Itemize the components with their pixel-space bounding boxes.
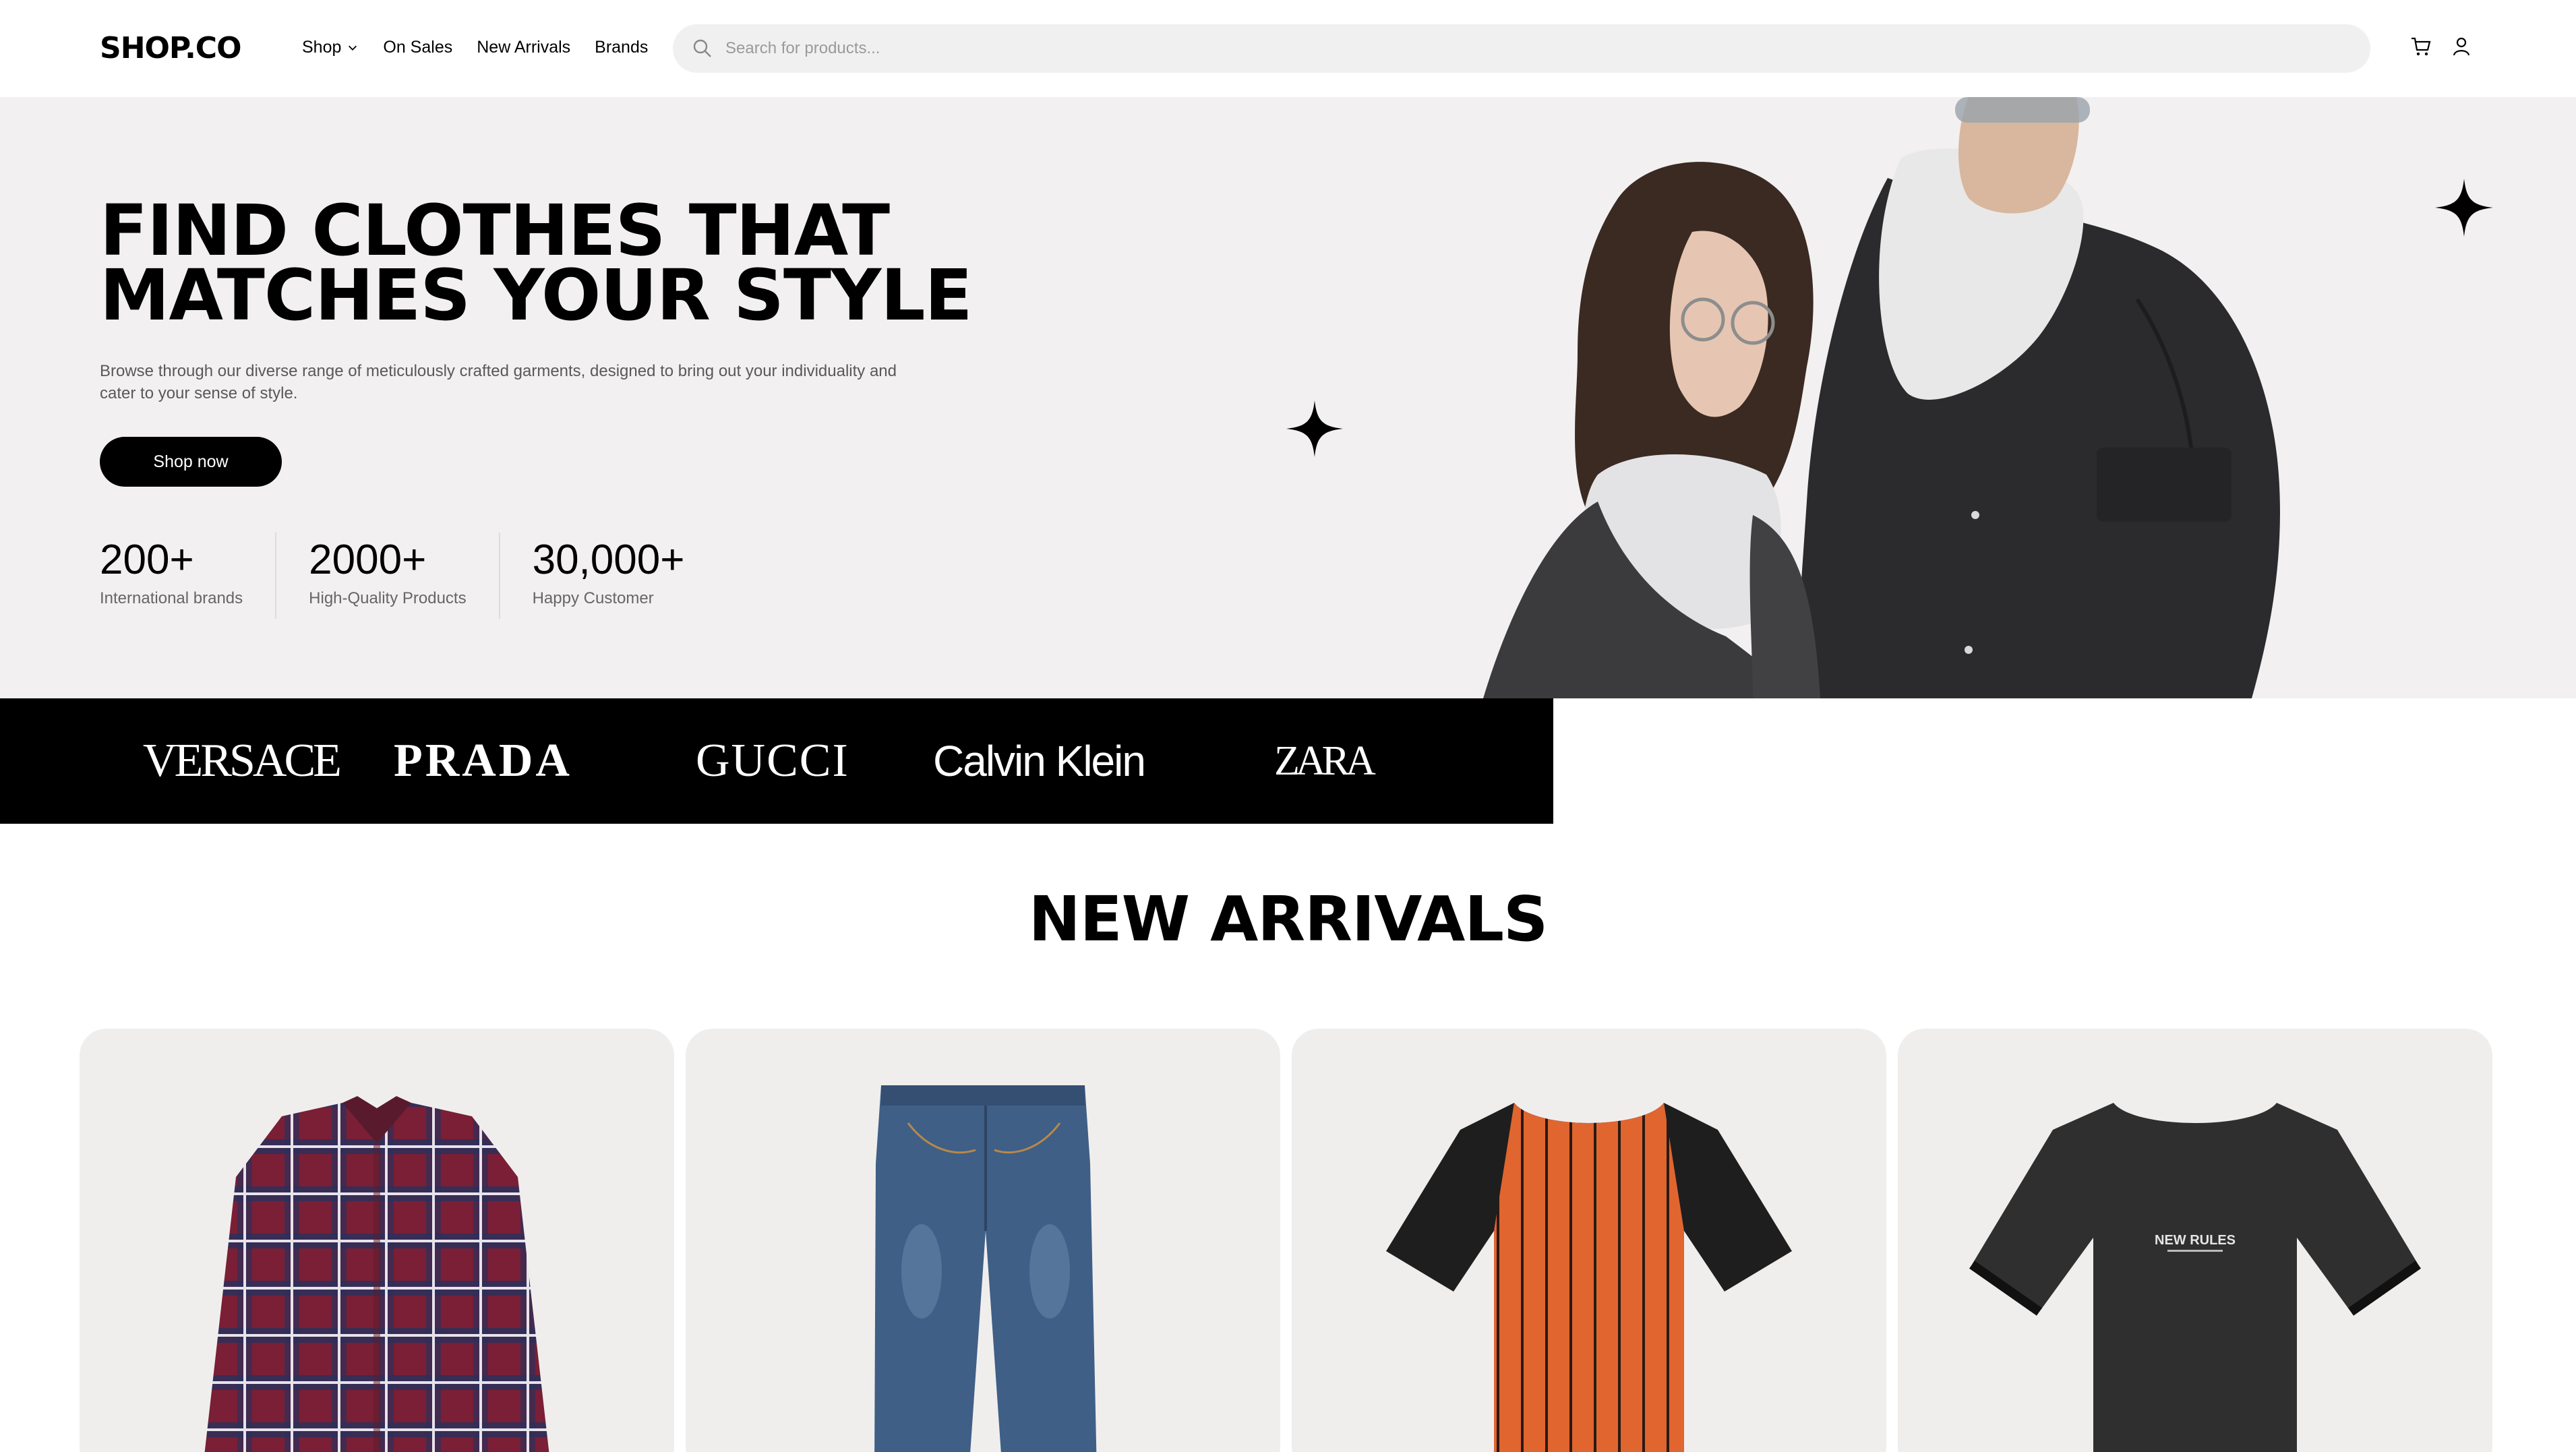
product-card[interactable]: NEW RULES <box>1898 1029 2492 1452</box>
sparkle-icon <box>1286 400 1343 457</box>
hero-models-image <box>1483 97 2280 698</box>
top-nav: SHOP.CO Shop On Sales New Arrivals Brand… <box>0 0 2576 97</box>
stat-value: 200+ <box>100 537 194 583</box>
search-bar[interactable] <box>673 24 2370 73</box>
brands-strip: VERSACE PRADA GUCCI Calvin Klein ZARA <box>0 698 1553 824</box>
stat-products: 2000+ High-Quality Products <box>309 533 500 619</box>
stat-label: High-Quality Products <box>309 589 467 607</box>
search-input[interactable] <box>725 39 2343 58</box>
main-menu: Shop On Sales New Arrivals Brands <box>302 38 648 57</box>
plaid-shirt-image <box>204 1096 549 1452</box>
user-icon[interactable] <box>2450 35 2473 58</box>
nav-brands[interactable]: Brands <box>595 38 648 57</box>
nav-shop-label: Shop <box>302 38 342 57</box>
new-arrivals-title: NEW ARRIVALS <box>1028 883 1549 955</box>
stat-brands: 200+ International brands <box>100 533 277 619</box>
nav-new-arrivals[interactable]: New Arrivals <box>477 38 570 57</box>
product-card[interactable] <box>80 1029 674 1452</box>
stat-label: International brands <box>100 589 243 607</box>
hero-title: FIND CLOTHES THAT MATCHES YOUR STYLE <box>100 195 1044 330</box>
striped-tshirt-image <box>1386 1103 1792 1452</box>
brand-gucci[interactable]: GUCCI <box>696 737 849 785</box>
cart-icon[interactable] <box>2409 35 2432 58</box>
brand-zara[interactable]: ZARA <box>1274 737 1376 785</box>
chevron-down-icon <box>349 45 357 51</box>
shop-now-button[interactable]: Shop now <box>100 437 282 487</box>
search-icon <box>693 39 711 57</box>
hero-stats: 200+ International brands 2000+ High-Qua… <box>100 533 749 619</box>
product-card[interactable] <box>686 1029 1280 1452</box>
brand-versace[interactable]: VERSACE <box>143 737 342 785</box>
hero-section: FIND CLOTHES THAT MATCHES YOUR STYLE Bro… <box>0 97 2576 698</box>
site-logo[interactable]: SHOP.CO <box>100 31 241 65</box>
nav-shop[interactable]: Shop <box>302 38 359 57</box>
black-tshirt-image: NEW RULES <box>1969 1103 2422 1452</box>
product-card[interactable] <box>1292 1029 1886 1452</box>
nav-on-sales[interactable]: On Sales <box>383 38 452 57</box>
hero-description: Browse through our diverse range of meti… <box>100 362 897 402</box>
stat-value: 30,000+ <box>532 537 685 583</box>
jeans-image <box>874 1085 1097 1452</box>
brand-calvin-klein[interactable]: Calvin Klein <box>933 737 1146 785</box>
nav-actions <box>2409 35 2473 58</box>
stat-label: Happy Customer <box>532 589 654 607</box>
stat-customers: 30,000+ Happy Customer <box>533 533 717 619</box>
brand-prada[interactable]: PRADA <box>394 737 572 785</box>
hero-title-line2: MATCHES YOUR STYLE <box>100 254 973 336</box>
stat-value: 2000+ <box>309 537 427 583</box>
tshirt-print-text: NEW RULES <box>2155 1233 2236 1248</box>
